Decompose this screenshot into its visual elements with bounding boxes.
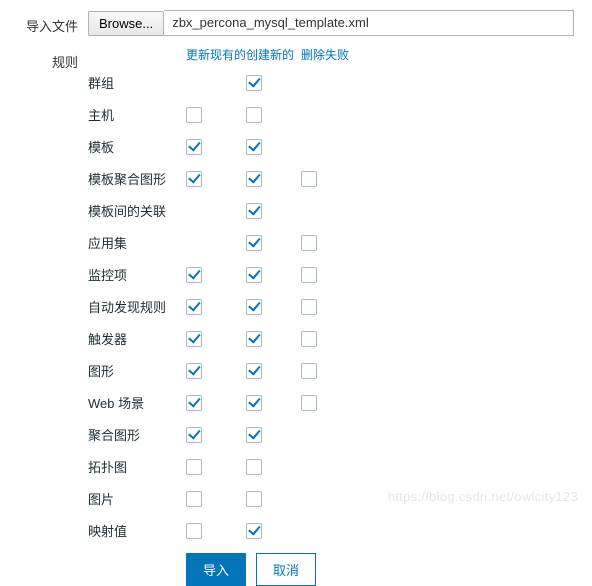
checkbox-create[interactable]: [246, 203, 262, 219]
rule-row: 映射值: [88, 521, 574, 540]
rule-name: 应用集: [88, 233, 186, 252]
checkbox-update[interactable]: [186, 171, 202, 187]
checkbox-create[interactable]: [246, 235, 262, 251]
rule-name: 监控项: [88, 265, 186, 284]
checkbox-update[interactable]: [186, 427, 202, 443]
rule-row: 模板: [88, 137, 574, 156]
checkbox-create[interactable]: [246, 523, 262, 539]
checkbox-create[interactable]: [246, 171, 262, 187]
filename-display: zbx_percona_mysql_template.xml: [164, 10, 574, 36]
rule-row: 监控项: [88, 265, 574, 284]
checkbox-delete[interactable]: [301, 331, 317, 347]
checkbox-create[interactable]: [246, 363, 262, 379]
checkbox-create[interactable]: [246, 107, 262, 123]
header-create: 创建新的: [246, 46, 301, 63]
rule-row: 主机: [88, 105, 574, 124]
checkbox-delete[interactable]: [301, 363, 317, 379]
checkbox-create[interactable]: [246, 299, 262, 315]
rule-name: 聚合图形: [88, 425, 186, 444]
rule-name: 模板聚合图形: [88, 169, 186, 188]
rules-label: 规则: [18, 46, 88, 71]
rule-name: Web 场景: [88, 393, 186, 412]
checkbox-create[interactable]: [246, 139, 262, 155]
checkbox-create[interactable]: [246, 395, 262, 411]
rule-name: 拓扑图: [88, 457, 186, 476]
checkbox-delete[interactable]: [301, 267, 317, 283]
checkbox-update[interactable]: [186, 459, 202, 475]
rules-header: 更新现有的 创建新的 删除失败: [88, 46, 574, 63]
checkbox-update[interactable]: [186, 395, 202, 411]
import-file-label: 导入文件: [18, 10, 88, 35]
cancel-button[interactable]: 取消: [256, 553, 316, 586]
rule-row: 群组: [88, 73, 574, 92]
rule-name: 群组: [88, 73, 186, 92]
rule-name: 模板间的关联: [88, 201, 186, 220]
checkbox-create[interactable]: [246, 427, 262, 443]
browse-button[interactable]: Browse...: [88, 11, 164, 36]
checkbox-create[interactable]: [246, 491, 262, 507]
checkbox-update[interactable]: [186, 139, 202, 155]
header-update: 更新现有的: [186, 46, 246, 63]
checkbox-update[interactable]: [186, 523, 202, 539]
checkbox-update[interactable]: [186, 299, 202, 315]
checkbox-update[interactable]: [186, 107, 202, 123]
rule-name: 图片: [88, 489, 186, 508]
checkbox-delete[interactable]: [301, 235, 317, 251]
rule-name: 模板: [88, 137, 186, 156]
checkbox-delete[interactable]: [301, 395, 317, 411]
rule-row: 模板间的关联: [88, 201, 574, 220]
checkbox-delete[interactable]: [301, 171, 317, 187]
rule-row: 触发器: [88, 329, 574, 348]
checkbox-update[interactable]: [186, 331, 202, 347]
rule-row: 图片: [88, 489, 574, 508]
checkbox-delete[interactable]: [301, 299, 317, 315]
checkbox-create[interactable]: [246, 459, 262, 475]
rule-row: 拓扑图: [88, 457, 574, 476]
rule-name: 自动发现规则: [88, 297, 186, 316]
rule-row: 图形: [88, 361, 574, 380]
rule-row: Web 场景: [88, 393, 574, 412]
header-delete: 删除失败: [301, 46, 353, 63]
rule-row: 自动发现规则: [88, 297, 574, 316]
rule-row: 应用集: [88, 233, 574, 252]
checkbox-update[interactable]: [186, 363, 202, 379]
checkbox-create[interactable]: [246, 75, 262, 91]
rule-name: 触发器: [88, 329, 186, 348]
checkbox-create[interactable]: [246, 331, 262, 347]
rule-name: 图形: [88, 361, 186, 380]
rule-name: 主机: [88, 105, 186, 124]
rule-row: 模板聚合图形: [88, 169, 574, 188]
rule-row: 聚合图形: [88, 425, 574, 444]
import-button[interactable]: 导入: [186, 553, 246, 586]
rule-name: 映射值: [88, 521, 186, 540]
checkbox-update[interactable]: [186, 491, 202, 507]
checkbox-create[interactable]: [246, 267, 262, 283]
checkbox-update[interactable]: [186, 267, 202, 283]
